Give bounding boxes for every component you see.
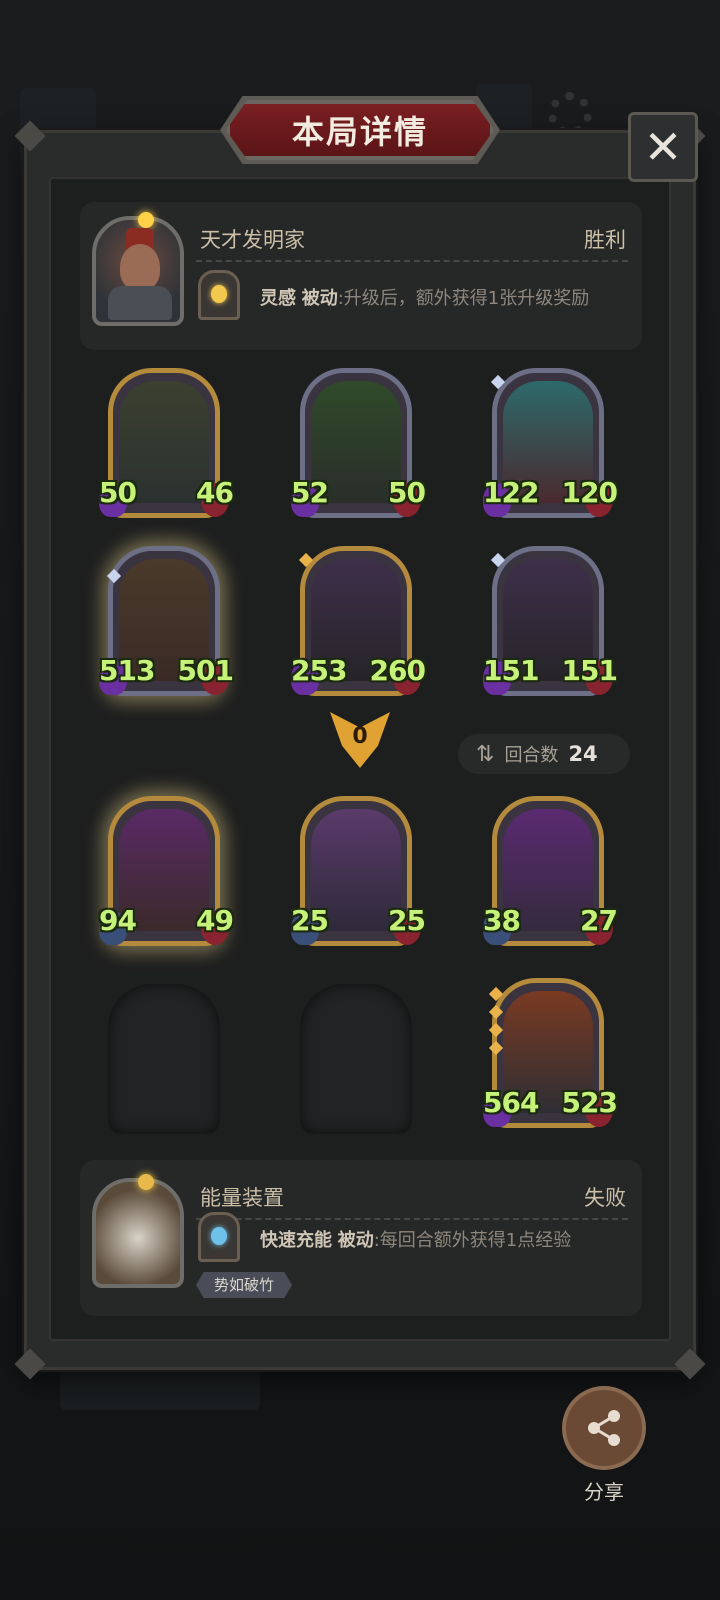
skill-name: 灵感: [260, 288, 296, 309]
opponent-result: 失败: [584, 1186, 626, 1210]
skill-description: :升级后，额外获得1张升级奖励: [337, 288, 590, 309]
opponent-panel: 能量装置 失败 快速充能 被动:每回合额外获得1点经验 势如破竹: [80, 1160, 642, 1316]
skill-type: 被动: [337, 1230, 374, 1251]
unit-attack: 122: [483, 476, 539, 509]
unit-card[interactable]: 25 25: [291, 796, 426, 946]
streak-badge: 势如破竹: [196, 1272, 293, 1298]
unit-attack: 253: [291, 654, 347, 687]
empty-unit-slot: [108, 984, 220, 1134]
unit-health: 120: [561, 476, 618, 509]
skill-type: 被动: [301, 288, 338, 309]
empty-unit-slot: [300, 984, 412, 1134]
unit-attack: 25: [291, 904, 329, 937]
divider: [196, 260, 628, 262]
unit-card[interactable]: 52 50: [291, 368, 426, 518]
skill-description: :每回合额外获得1点经验: [373, 1230, 572, 1251]
avatar-face: [120, 244, 160, 290]
unit-attack: 38: [483, 904, 521, 937]
unit-health: 27: [580, 904, 618, 937]
opponent-avatar[interactable]: [92, 1174, 184, 1288]
unit-card[interactable]: 122 120: [483, 368, 618, 518]
share-icon: [588, 1410, 620, 1446]
player-name: 天才发明家: [200, 228, 305, 252]
unit-attack: 50: [99, 476, 137, 509]
unit-health: 49: [196, 904, 234, 937]
round-value: 24: [568, 742, 598, 766]
player-avatar[interactable]: [92, 212, 184, 326]
player-skill-text: 灵感 被动:升级后，额外获得1张升级奖励: [260, 284, 589, 310]
close-icon: ✕: [643, 120, 683, 174]
unit-card[interactable]: 513 501: [99, 546, 234, 696]
skill-icon-inspiration[interactable]: [198, 270, 240, 320]
star-icon: [488, 1040, 504, 1056]
player-panel: 天才发明家 胜利 灵感 被动:升级后，额外获得1张升级奖励: [80, 202, 642, 350]
lamp-icon: [138, 1174, 154, 1190]
player-result: 胜利: [584, 228, 626, 252]
title-banner: 本局详情: [226, 100, 494, 160]
unit-attack: 513: [99, 654, 155, 687]
close-button[interactable]: ✕: [628, 112, 698, 182]
unit-card[interactable]: 94 49: [99, 796, 234, 946]
round-label: 回合数: [504, 745, 559, 766]
unit-health: 46: [196, 476, 234, 509]
unit-health: 25: [388, 904, 426, 937]
background-bottom-bar: [60, 1370, 260, 1410]
unit-card[interactable]: 253 260: [291, 546, 426, 696]
unit-attack: 151: [483, 654, 539, 687]
unit-card[interactable]: 50 46: [99, 368, 234, 518]
unit-health: 260: [369, 654, 426, 687]
unit-card[interactable]: 151 151: [483, 546, 618, 696]
unit-health: 151: [561, 654, 618, 687]
unit-attack: 94: [99, 904, 137, 937]
dialog-title: 本局详情: [291, 113, 428, 151]
unit-attack: 52: [291, 476, 329, 509]
opponent-skill-text: 快速充能 被动:每回合额外获得1点经验: [260, 1226, 571, 1252]
divider: [196, 1218, 628, 1220]
lightbulb-icon: [138, 212, 154, 228]
damage-value: 0: [352, 724, 368, 749]
share-button[interactable]: [562, 1386, 646, 1470]
share-label: 分享: [584, 1480, 624, 1504]
unit-health: 50: [388, 476, 426, 509]
lightbulb-icon: [211, 285, 227, 303]
unit-health: 523: [561, 1086, 618, 1119]
skill-icon-quick-charge[interactable]: [198, 1212, 240, 1262]
unit-health: 501: [177, 654, 234, 687]
energy-icon: [211, 1227, 227, 1245]
opponent-name: 能量装置: [200, 1186, 284, 1210]
unit-card[interactable]: 38 27: [483, 796, 618, 946]
skill-name: 快速充能: [260, 1230, 332, 1251]
round-count: ⇅ 回合数 24: [458, 734, 630, 774]
unit-card[interactable]: 564 523: [483, 978, 618, 1128]
star-icon: [488, 1022, 504, 1038]
unit-attack: 564: [483, 1086, 539, 1119]
round-swap-icon: ⇅: [476, 741, 495, 767]
avatar-body: [108, 286, 172, 320]
